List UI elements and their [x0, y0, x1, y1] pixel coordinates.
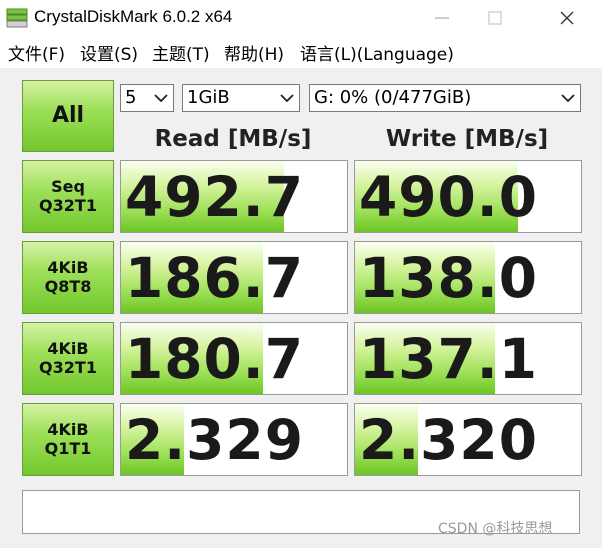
write-value: 138.0 [359, 246, 538, 310]
maximize-icon[interactable] [483, 6, 507, 30]
menu-bar: 文件(F) 设置(S) 主题(T) 帮助(H) 语言(L)(Language) [0, 36, 602, 68]
write-value: 137.1 [359, 327, 538, 391]
read-result-4kib-q8t8: 186.7 [120, 241, 348, 314]
size-select-value: 1GiB [187, 87, 230, 108]
menu-help[interactable]: 帮助(H) [224, 40, 284, 65]
read-result-4kib-q32t1: 180.7 [120, 322, 348, 395]
all-button[interactable]: All [22, 80, 114, 152]
chevron-down-icon [280, 94, 294, 103]
drive-select[interactable]: G: 0% (0/477GiB) [309, 84, 581, 112]
window-title: CrystalDiskMark 6.0.2 x64 [34, 7, 233, 26]
test-button-line1: 4KiB [47, 339, 89, 359]
write-result-4kib-q32t1: 137.1 [354, 322, 582, 395]
write-result-4kib-q8t8: 138.0 [354, 241, 582, 314]
read-result-seq-q32t1: 492.7 [120, 160, 348, 233]
disk-icon [6, 8, 28, 28]
read-value: 186.7 [125, 246, 304, 310]
write-value: 2.320 [359, 408, 538, 472]
close-icon[interactable] [555, 6, 579, 30]
menu-settings[interactable]: 设置(S) [80, 40, 138, 65]
menu-file[interactable]: 文件(F) [8, 40, 65, 65]
test-button-4kib-q32t1[interactable]: 4KiB Q32T1 [22, 322, 114, 395]
drive-select-value: G: 0% (0/477GiB) [314, 87, 472, 108]
count-select[interactable]: 5 [120, 84, 174, 112]
chevron-down-icon [154, 94, 168, 103]
all-button-label: All [51, 103, 85, 129]
title-bar: CrystalDiskMark 6.0.2 x64 [0, 0, 602, 36]
menu-theme[interactable]: 主题(T) [152, 40, 210, 65]
read-value: 180.7 [125, 327, 304, 391]
write-header: Write [MB/s] [385, 126, 549, 152]
test-button-4kib-q8t8[interactable]: 4KiB Q8T8 [22, 241, 114, 314]
count-select-value: 5 [125, 87, 137, 108]
watermark-text: CSDN @科技思想 [438, 521, 553, 537]
test-button-line1: Seq [51, 177, 85, 197]
write-result-seq-q32t1: 490.0 [354, 160, 582, 233]
write-result-4kib-q1t1: 2.320 [354, 403, 582, 476]
chevron-down-icon [561, 94, 575, 103]
test-button-line1: 4KiB [47, 420, 89, 440]
size-select[interactable]: 1GiB [182, 84, 300, 112]
test-button-seq-q32t1[interactable]: Seq Q32T1 [22, 160, 114, 233]
read-value: 2.329 [125, 408, 304, 472]
read-header: Read [MB/s] [154, 126, 312, 152]
minimize-icon[interactable] [430, 6, 454, 30]
menu-language[interactable]: 语言(L)(Language) [300, 40, 454, 65]
test-button-line2: Q32T1 [39, 357, 97, 377]
read-value: 492.7 [125, 165, 304, 229]
test-button-line2: Q1T1 [44, 438, 92, 458]
write-value: 490.0 [359, 165, 538, 229]
test-button-line2: Q8T8 [44, 276, 92, 296]
test-button-4kib-q1t1[interactable]: 4KiB Q1T1 [22, 403, 114, 476]
test-button-line2: Q32T1 [39, 195, 97, 215]
test-button-line1: 4KiB [47, 258, 89, 278]
read-result-4kib-q1t1: 2.329 [120, 403, 348, 476]
